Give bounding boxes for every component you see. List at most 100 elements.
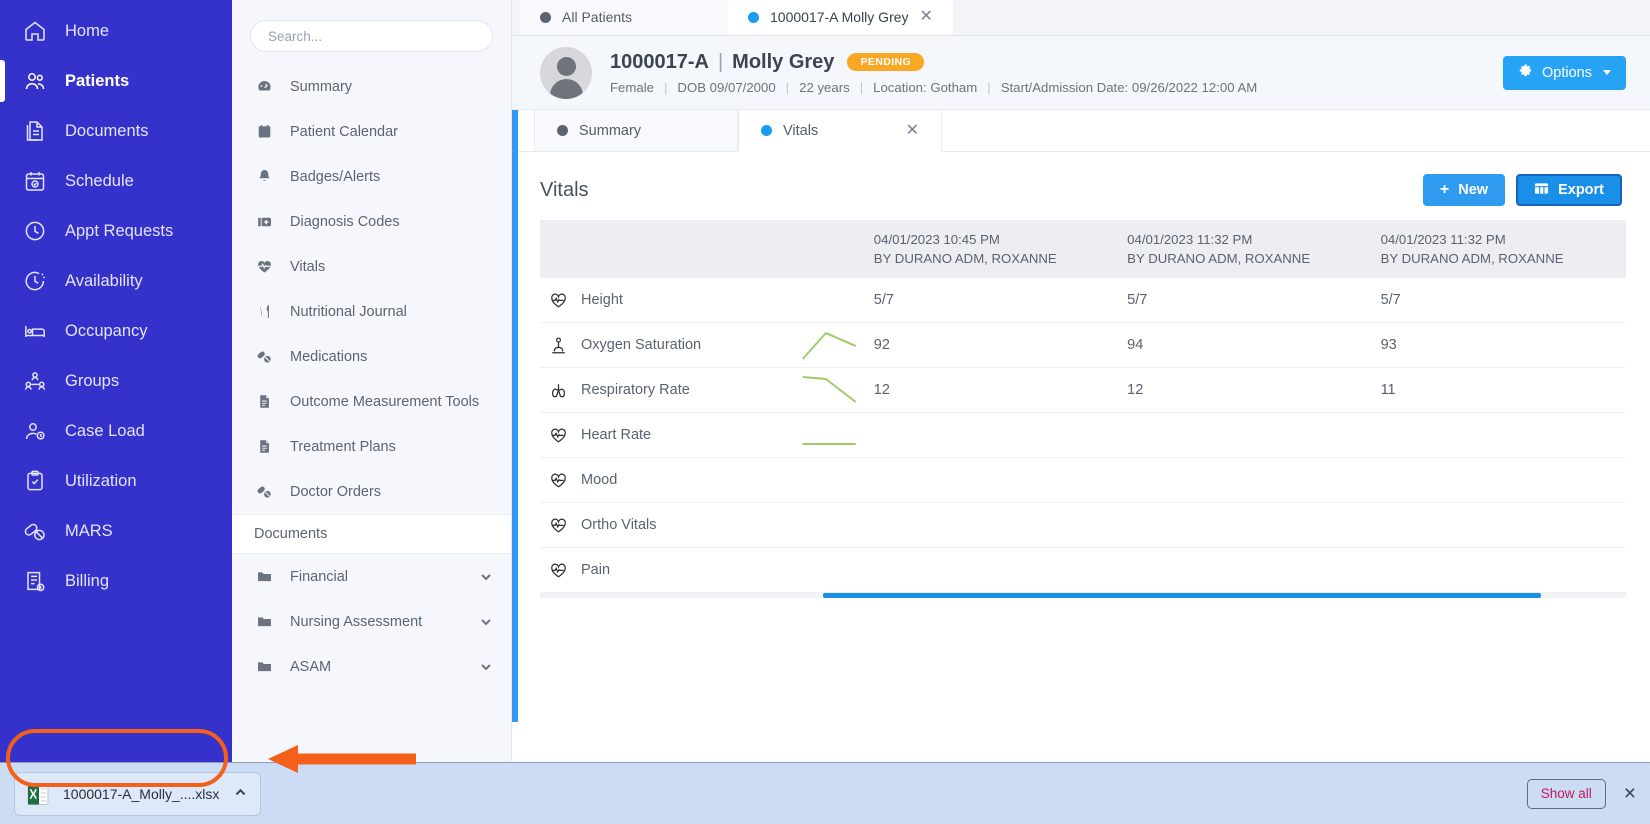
row-value-3: 11	[1372, 367, 1626, 413]
row-value-2	[1119, 502, 1373, 548]
sidebar-item-label: Appt Requests	[65, 221, 174, 240]
sidebar-item-appt-requests[interactable]: Appt Requests	[0, 206, 232, 256]
scrollbar-thumb[interactable]	[823, 593, 1541, 598]
chevron-up-icon[interactable]	[233, 785, 248, 803]
table-row[interactable]: Mood	[540, 457, 1626, 503]
sidebar-folder-asam[interactable]: ASAM	[232, 644, 511, 689]
tab-label: Vitals	[783, 122, 819, 139]
billing-icon	[22, 568, 48, 594]
sidebar-item-summary[interactable]: Summary	[232, 64, 511, 109]
chevron-down-icon[interactable]	[479, 660, 493, 674]
heartbeat-icon	[548, 560, 568, 580]
sidebar-item-label: Utilization	[65, 471, 137, 490]
sidebar-item-mars[interactable]: MARS	[0, 506, 232, 556]
sidebar-folder-nursing-assessment[interactable]: Nursing Assessment	[232, 599, 511, 644]
sidebar-item-label: Summary	[290, 78, 353, 95]
tab-patient-molly-grey[interactable]: 1000017-A Molly Grey ✕	[728, 0, 953, 35]
table-row[interactable]: Heart Rate	[540, 412, 1626, 458]
clipboard-check-icon	[22, 468, 48, 494]
vitals-table: 04/01/2023 10:45 PM BY DURANO ADM, ROXAN…	[540, 220, 1626, 593]
heartbeat-icon	[548, 290, 568, 310]
sidebar-item-badges-alerts[interactable]: Badges/Alerts	[232, 154, 511, 199]
chevron-down-icon[interactable]	[479, 570, 493, 584]
sidebar-item-documents[interactable]: Documents	[0, 106, 232, 156]
inner-tab-bar: Summary Vitals ✕	[512, 109, 1650, 152]
sidebar-item-billing[interactable]: Billing	[0, 556, 232, 606]
tab-summary[interactable]: Summary	[534, 109, 738, 151]
sparkline	[801, 323, 857, 367]
sidebar-folder-financial[interactable]: Financial	[232, 554, 511, 599]
row-sparkline-cell	[793, 322, 866, 368]
sidebar-item-availability[interactable]: Availability	[0, 256, 232, 306]
close-icon[interactable]: ✕	[920, 9, 933, 25]
sidebar-item-medications[interactable]: Medications	[232, 334, 511, 379]
sidebar-item-diagnosis-codes[interactable]: Diagnosis Codes	[232, 199, 511, 244]
sidebar-item-occupancy[interactable]: Occupancy	[0, 306, 232, 356]
tab-status-dot-icon	[540, 11, 551, 23]
patient-age: 22 years	[799, 79, 850, 95]
lungs-icon	[548, 380, 568, 400]
new-button[interactable]: + New	[1422, 174, 1506, 206]
folder-icon	[254, 568, 274, 585]
search-input[interactable]	[250, 20, 493, 52]
row-label: Heart Rate	[581, 427, 652, 443]
schedule-icon	[22, 168, 48, 194]
patient-meta: Female | DOB 09/07/2000 | 22 years | Loc…	[610, 80, 1485, 95]
file-icon	[254, 393, 274, 410]
sidebar-item-case-load[interactable]: Case Load	[0, 406, 232, 456]
show-all-downloads-button[interactable]: Show all	[1526, 778, 1606, 809]
close-icon[interactable]: ✕	[906, 122, 919, 139]
horizontal-scrollbar[interactable]	[540, 593, 1626, 598]
row-sparkline-cell	[793, 502, 866, 548]
application-window: Home Patients Documents Schedule Appt Re…	[0, 0, 1650, 824]
sidebar-item-patient-calendar[interactable]: Patient Calendar	[232, 109, 511, 154]
tab-all-patients[interactable]: All Patients	[520, 0, 728, 35]
table-row[interactable]: Height 5/7 5/7 5/7	[540, 278, 1626, 323]
options-button[interactable]: Options	[1503, 55, 1626, 90]
table-row[interactable]: Respiratory Rate 12 12 11	[540, 367, 1626, 413]
close-downloads-bar-icon[interactable]: ×	[1624, 783, 1636, 804]
panel-title: Vitals	[540, 178, 589, 201]
table-row[interactable]: Oxygen Saturation 92 94 93	[540, 322, 1626, 368]
chevron-down-icon[interactable]	[479, 615, 493, 629]
sidebar-item-patients[interactable]: Patients	[0, 56, 232, 106]
sidebar-item-utilization[interactable]: Utilization	[0, 456, 232, 506]
table-row[interactable]: Ortho Vitals	[540, 502, 1626, 548]
sidebar-item-label: Badges/Alerts	[290, 168, 381, 185]
sidebar-item-vitals[interactable]: Vitals	[232, 244, 511, 289]
row-value-2: 94	[1119, 322, 1373, 368]
table-row[interactable]: Pain	[540, 547, 1626, 593]
sidebar-item-nutritional-journal[interactable]: Nutritional Journal	[232, 289, 511, 334]
primary-sidebar: Home Patients Documents Schedule Appt Re…	[0, 0, 232, 824]
utensils-icon	[254, 303, 274, 320]
row-label: Mood	[581, 472, 618, 488]
sidebar-item-schedule[interactable]: Schedule	[0, 156, 232, 206]
heartbeat-icon	[254, 258, 274, 275]
tab-status-dot-icon	[748, 11, 759, 23]
gauge-icon	[254, 78, 274, 95]
column-header-reading-1: 04/01/2023 10:45 PM BY DURANO ADM, ROXAN…	[865, 220, 1120, 278]
download-item[interactable]: 1000017-A_Molly_....xlsx	[14, 771, 262, 816]
sidebar-item-label: Patient Calendar	[290, 123, 399, 140]
sidebar-item-doctor-orders[interactable]: Doctor Orders	[232, 469, 511, 514]
row-value-1	[865, 457, 1120, 503]
main-content: All Patients 1000017-A Molly Grey ✕ 1000…	[512, 0, 1650, 824]
sparkline	[801, 278, 857, 322]
title-separator: |	[717, 50, 724, 73]
sidebar-item-label: Groups	[65, 371, 120, 390]
tab-vitals[interactable]: Vitals ✕	[738, 109, 942, 152]
export-button[interactable]: Export	[1516, 174, 1622, 206]
patients-icon	[22, 68, 48, 94]
tab-label: 1000017-A Molly Grey	[770, 9, 909, 25]
sidebar-item-treatment-plans[interactable]: Treatment Plans	[232, 424, 511, 469]
sidebar-item-outcome-measurement-tools[interactable]: Outcome Measurement Tools	[232, 379, 511, 424]
sidebar-item-label: Schedule	[65, 171, 134, 190]
options-label: Options	[1542, 64, 1592, 81]
patient-dob: DOB 09/07/2000	[677, 79, 776, 95]
sidebar-item-home[interactable]: Home	[0, 6, 232, 56]
sidebar-item-groups[interactable]: Groups	[0, 356, 232, 406]
meta-separator: |	[663, 79, 668, 95]
row-value-2	[1119, 457, 1373, 503]
sidebar-item-label: Nutritional Journal	[290, 303, 407, 320]
sidebar-item-label: Doctor Orders	[290, 483, 382, 500]
